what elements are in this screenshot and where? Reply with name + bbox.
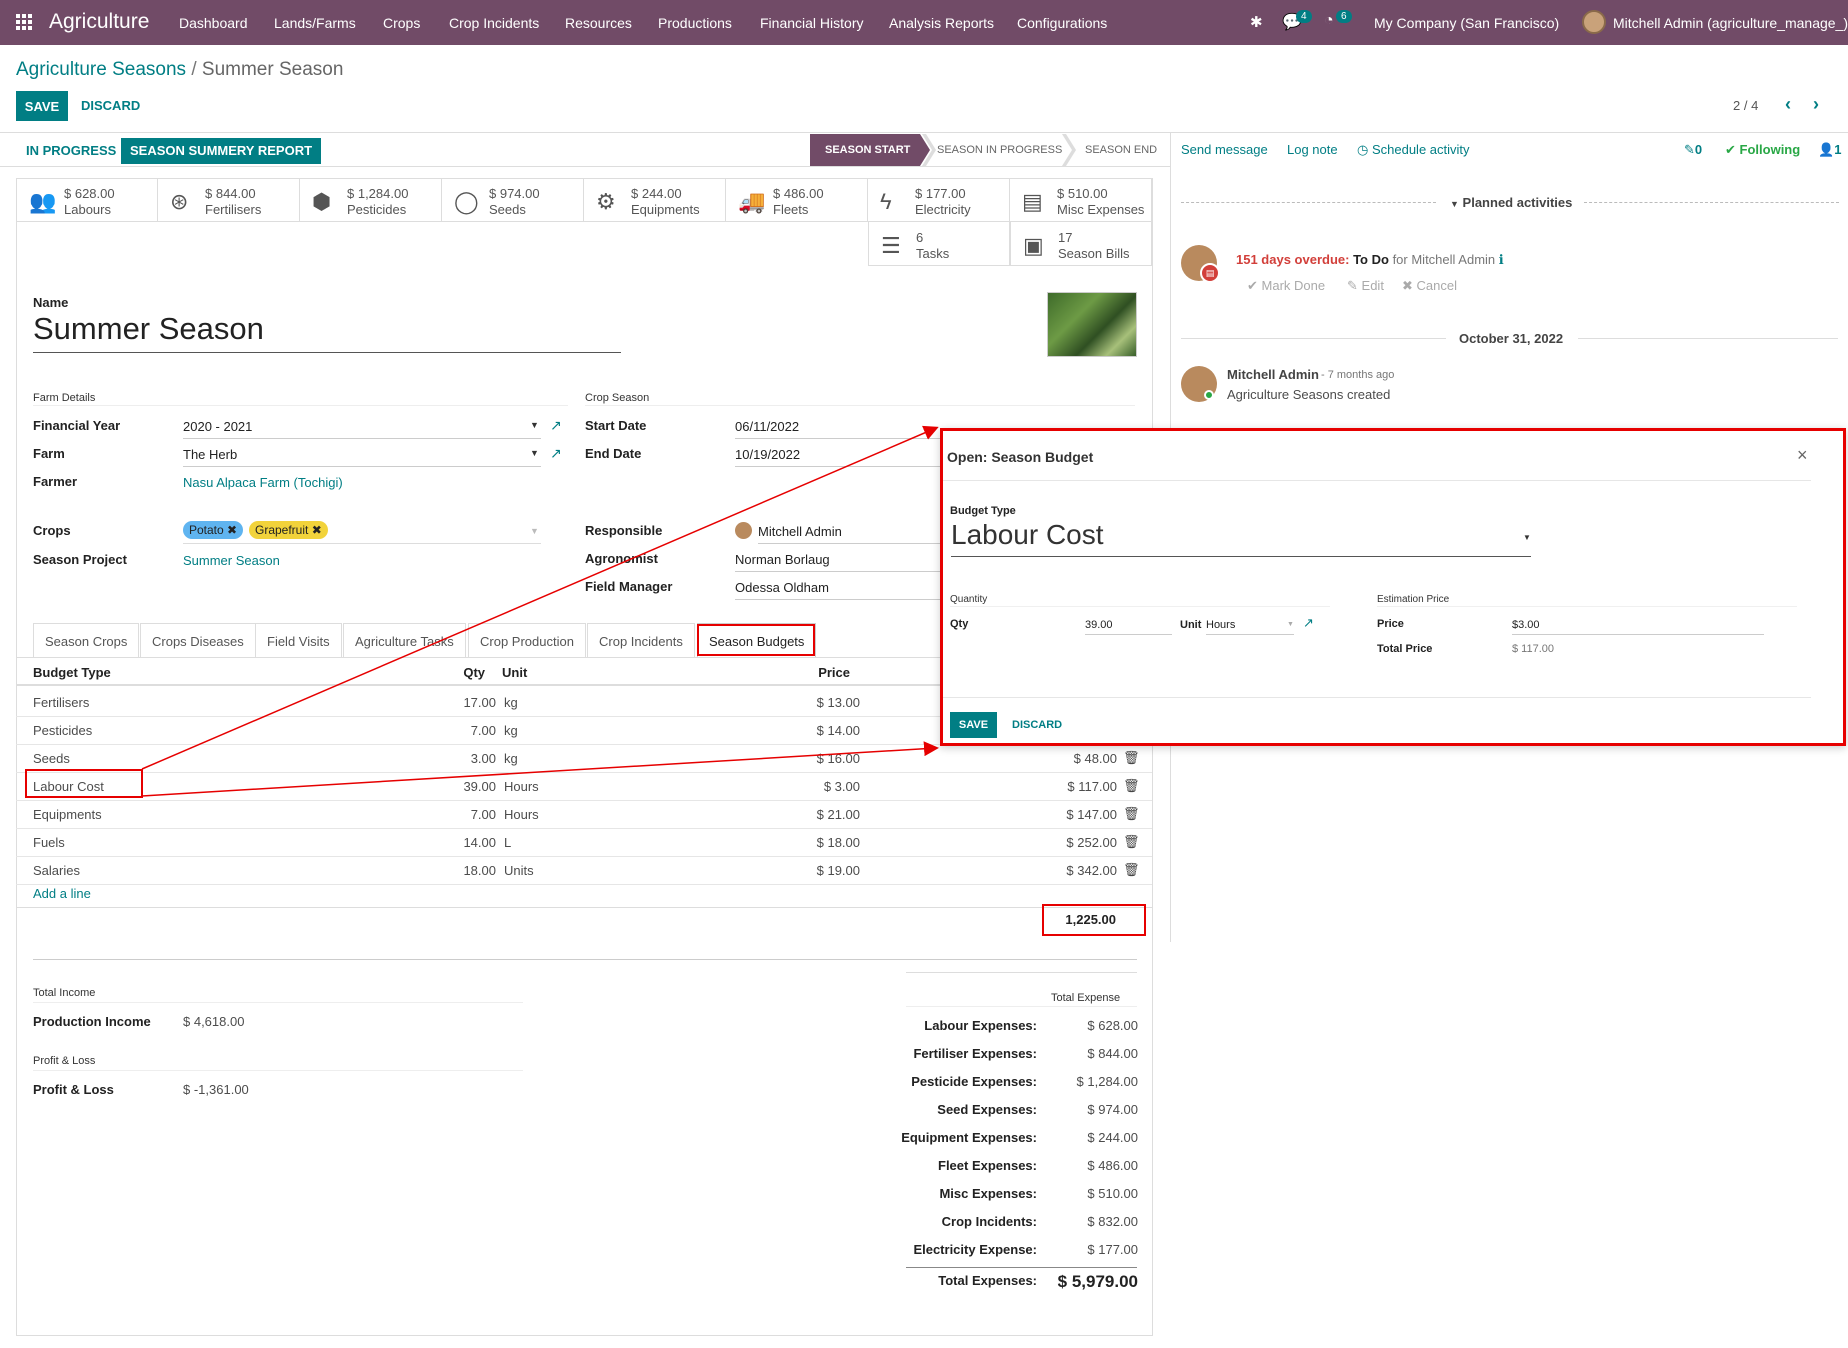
dialog-close-button[interactable]: × — [1797, 445, 1808, 466]
dialog-total-price-value: $ 117.00 — [1512, 643, 1555, 655]
dialog-discard-button[interactable]: DISCARD — [1012, 719, 1062, 731]
dialog-title: Open: Season Budget — [947, 449, 1094, 465]
highlight-season-budgets-tab — [697, 624, 815, 656]
dialog-estimation-title: Estimation Price — [1377, 594, 1450, 605]
dialog-unit-dropdown-icon[interactable]: ▼ — [1287, 621, 1294, 628]
highlight-labour-cost-row — [25, 769, 143, 798]
dialog-price-field[interactable]: $3.00 — [1512, 619, 1764, 635]
dialog-qty-field[interactable]: 39.00 — [1085, 619, 1172, 635]
dialog-quantity-title: Quantity — [950, 594, 988, 605]
dialog-header-divider — [943, 480, 1811, 481]
dialog-budget-type-label: Budget Type — [950, 505, 1016, 517]
season-budget-dialog — [940, 428, 1846, 746]
dialog-price-label: Price — [1377, 618, 1404, 630]
dialog-unit-field[interactable]: Hours — [1206, 619, 1294, 635]
dialog-quantity-divider — [950, 606, 1330, 607]
dialog-qty-label: Qty — [950, 618, 969, 630]
highlight-grand-total — [1042, 904, 1146, 936]
dialog-budget-type-field[interactable]: Labour Cost — [951, 519, 1531, 557]
dialog-save-button[interactable]: SAVE — [950, 712, 997, 738]
dialog-unit-external-link-icon[interactable]: ↗ — [1303, 615, 1314, 631]
dialog-footer-divider — [943, 697, 1811, 698]
dialog-total-price-label: Total Price — [1377, 643, 1433, 655]
dialog-estimation-divider — [1377, 606, 1797, 607]
dialog-budget-type-dropdown-icon[interactable]: ▼ — [1523, 533, 1531, 542]
dialog-unit-label: Unit — [1180, 619, 1202, 631]
